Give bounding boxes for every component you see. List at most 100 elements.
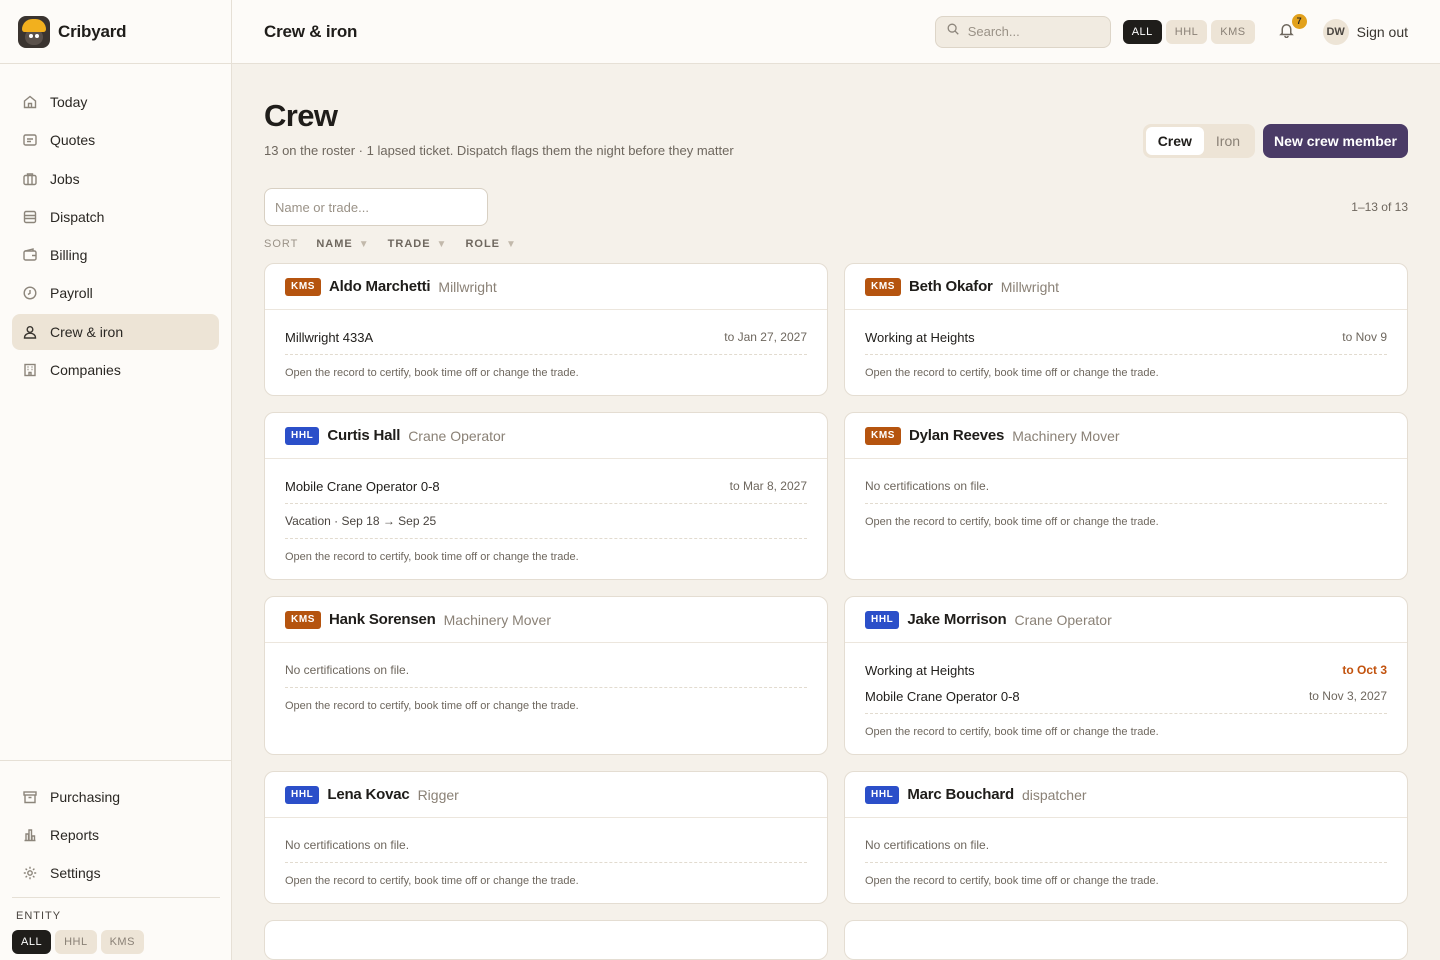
top-entity-pill-kms[interactable]: KMS <box>1211 19 1255 44</box>
sidebar-item-billing[interactable]: Billing <box>12 237 219 273</box>
crew-iron-toggle: Crew Iron <box>1142 124 1256 158</box>
entity-pill-all[interactable]: ALL <box>12 930 52 954</box>
sidebar-item-companies[interactable]: Companies <box>12 352 219 388</box>
main-content: Crew 13 on the roster · 1 lapsed ticket.… <box>264 64 1408 960</box>
cert-name: Millwright 433A <box>285 329 374 345</box>
crew-grid: KMS Aldo Marchetti Millwright Millwright… <box>264 263 1408 960</box>
sort-trade[interactable]: TRADE ▼ <box>388 238 448 250</box>
home-icon <box>22 94 38 110</box>
entity-tag: HHL <box>285 426 320 445</box>
sidebar-item-purchasing[interactable]: Purchasing <box>12 779 220 815</box>
sidebar-item-settings[interactable]: Settings <box>12 855 220 891</box>
card-footer-hint: Open the record to certify, book time of… <box>865 367 1159 379</box>
sidebar-item-label: Crew & iron <box>50 323 124 340</box>
sort-bar: SORT NAME ▼ TRADE ▼ ROLE ▼ <box>264 238 1408 250</box>
caret-down-icon: ▼ <box>506 238 517 250</box>
sidebar-item-reports[interactable]: Reports <box>12 817 220 853</box>
caret-down-icon: ▼ <box>358 238 370 250</box>
card-footer-hint: Open the record to certify, book time of… <box>865 875 1159 887</box>
sidebar-item-today[interactable]: Today <box>12 84 219 120</box>
cert-name: Mobile Crane Operator 0-8 <box>285 478 440 494</box>
top-entity-pill-all[interactable]: ALL <box>1122 19 1162 44</box>
top-entity-pill-hhl[interactable]: HHL <box>1165 19 1208 44</box>
caret-down-icon: ▼ <box>436 238 448 250</box>
sort-role[interactable]: ROLE ▼ <box>465 238 516 250</box>
crew-name: Jake Morrison <box>907 611 1007 628</box>
tab-iron[interactable]: Iron <box>1204 127 1252 155</box>
sidebar-item-dispatch[interactable]: Dispatch <box>12 199 219 235</box>
cert-row: Millwright 433A to Jan 27, 2027 <box>285 324 807 350</box>
crew-trade: Crane Operator <box>408 427 506 444</box>
cert-name: Mobile Crane Operator 0-8 <box>865 688 1020 704</box>
notifications-button[interactable]: 7 <box>1277 13 1307 42</box>
crew-card[interactable]: HHL Jake Morrison Crane Operator Working… <box>844 596 1408 755</box>
sidebar-item-label: Today <box>50 94 88 110</box>
time-off-row: Vacation · Sep 18 → Sep 25 <box>285 514 437 528</box>
entity-tag: HHL <box>865 785 900 804</box>
crew-card[interactable]: KMS Aldo Marchetti Millwright Millwright… <box>264 263 828 396</box>
sidebar-item-label: Reports <box>50 827 100 843</box>
sidebar-item-quotes[interactable]: Quotes <box>12 122 219 158</box>
crew-name: Dylan Reeves <box>909 427 1005 444</box>
crew-trade: Crane Operator <box>1014 611 1112 628</box>
new-crew-member-button[interactable]: New crew member <box>1263 124 1408 158</box>
cert-row: Mobile Crane Operator 0-8 to Mar 8, 2027 <box>285 473 807 499</box>
quote-icon <box>22 132 38 148</box>
crew-filter-input[interactable] <box>264 188 488 226</box>
card-footer-hint: Open the record to certify, book time of… <box>285 367 579 379</box>
sidebar-item-payroll[interactable]: Payroll <box>12 275 219 311</box>
no-certifications-text: No certifications on file. <box>865 479 990 493</box>
card-footer-hint: Open the record to certify, book time of… <box>865 726 1159 738</box>
sidebar-item-label: Purchasing <box>50 789 121 805</box>
cert-row: Working at Heights to Oct 3 <box>865 657 1387 683</box>
logo-icon <box>18 15 50 48</box>
sign-out-link[interactable]: Sign out <box>1357 24 1408 40</box>
cert-row: Working at Heights to Nov 9 <box>865 324 1387 350</box>
crew-card[interactable]: HHL Marc Bouchard dispatcher No certific… <box>844 771 1408 904</box>
sidebar-item-label: Payroll <box>50 285 93 302</box>
cert-expiry: to Nov 3, 2027 <box>1308 689 1387 703</box>
building-icon <box>22 362 38 378</box>
crew-card[interactable]: KMS Beth Okafor Millwright Working at He… <box>844 263 1408 396</box>
crew-card[interactable] <box>844 920 1408 960</box>
crew-name: Curtis Hall <box>327 427 401 444</box>
sidebar-item-crew-iron[interactable]: Crew & iron <box>12 313 219 350</box>
crew-card[interactable]: HHL Lena Kovac Rigger No certifications … <box>264 771 828 904</box>
brand[interactable]: Cribyard <box>0 0 231 64</box>
no-certifications-text: No certifications on file. <box>865 838 990 852</box>
card-footer-hint: Open the record to certify, book time of… <box>285 551 579 563</box>
gear-icon <box>22 865 38 881</box>
card-footer-hint: Open the record to certify, book time of… <box>285 700 579 712</box>
sort-name[interactable]: NAME ▼ <box>316 238 369 250</box>
crew-card[interactable]: KMS Hank Sorensen Machinery Mover No cer… <box>264 596 828 755</box>
cert-expiry-warning: to Oct 3 <box>1342 663 1387 677</box>
crew-card[interactable]: HHL Curtis Hall Crane Operator Mobile Cr… <box>264 412 828 580</box>
crew-trade: Millwright <box>438 278 497 295</box>
avatar[interactable]: DW <box>1322 18 1349 45</box>
no-certifications-text: No certifications on file. <box>285 838 410 852</box>
crew-card[interactable]: KMS Dylan Reeves Machinery Mover No cert… <box>844 412 1408 580</box>
cert-name: Working at Heights <box>865 329 975 345</box>
result-count: 1–13 of 13 <box>1351 200 1408 214</box>
sidebar-item-label: Quotes <box>50 132 96 149</box>
crew-trade: Machinery Mover <box>1012 427 1120 444</box>
crew-card[interactable] <box>264 920 828 960</box>
topbar: Crew & iron ALL HHL KMS 7 DW Sign out <box>232 0 1440 64</box>
cert-row: Mobile Crane Operator 0-8 to Nov 3, 2027 <box>865 683 1387 709</box>
crew-trade: dispatcher <box>1021 786 1087 803</box>
entity-pill-hhl[interactable]: HHL <box>55 930 97 954</box>
search-input[interactable] <box>967 24 1098 39</box>
tab-crew[interactable]: Crew <box>1145 127 1204 155</box>
sidebar-item-jobs[interactable]: Jobs <box>12 161 219 197</box>
dispatch-icon <box>22 209 38 225</box>
search-box[interactable] <box>934 15 1111 48</box>
chart-icon <box>22 827 38 843</box>
crew-name: Lena Kovac <box>327 786 410 803</box>
card-footer-hint: Open the record to certify, book time of… <box>865 516 1159 528</box>
crew-name: Marc Bouchard <box>907 786 1014 803</box>
notification-count-badge: 7 <box>1291 13 1307 29</box>
sidebar-item-label: Jobs <box>50 170 80 187</box>
briefcase-icon <box>22 171 38 187</box>
user-icon <box>22 324 38 340</box>
entity-pill-kms[interactable]: KMS <box>100 930 144 954</box>
